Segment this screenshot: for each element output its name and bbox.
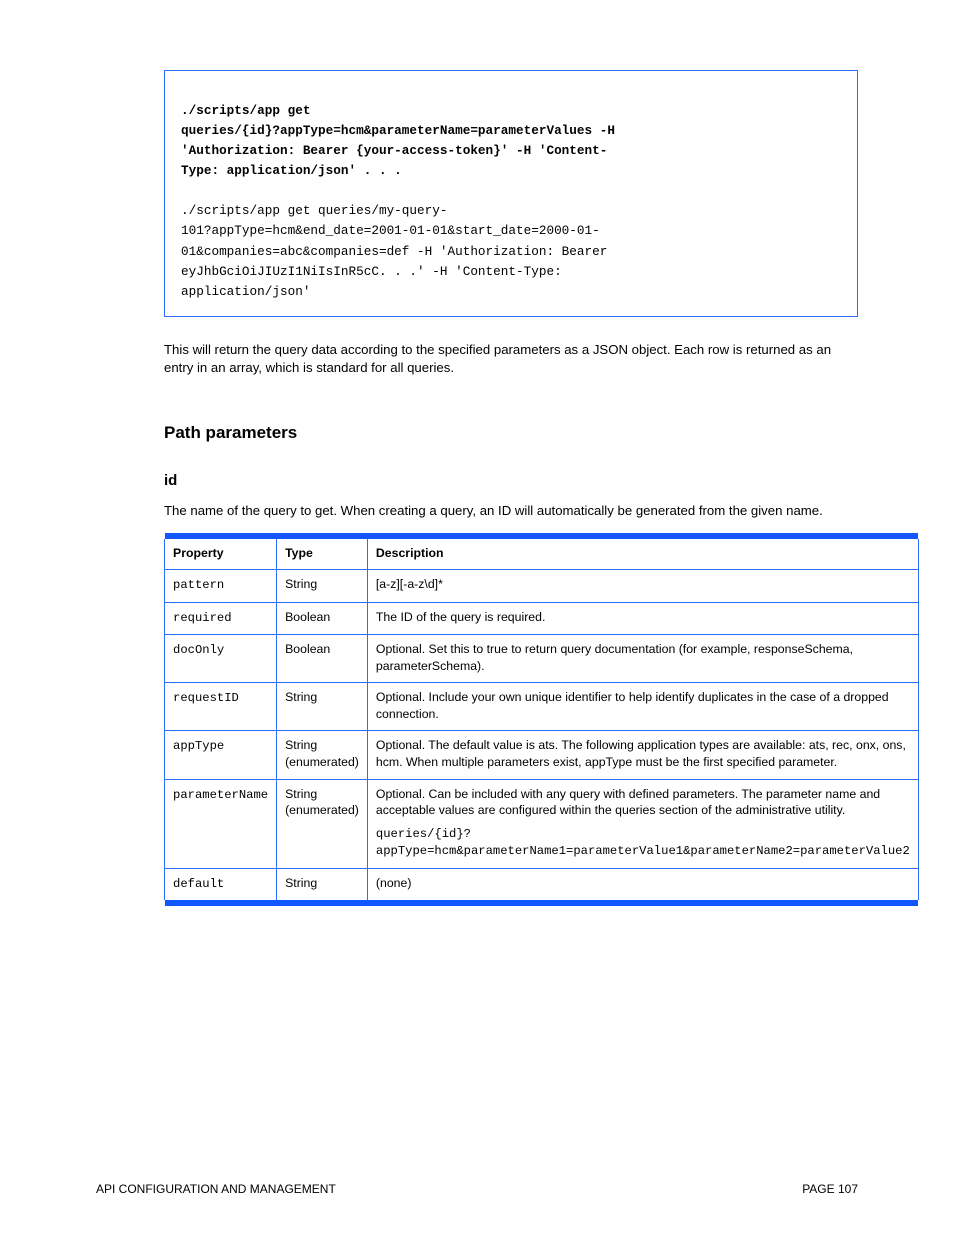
cell-type: String [277, 683, 368, 731]
code-example-box: ./scripts/app get queries/{id}?appType=h… [164, 70, 858, 317]
intro-paragraph: This will return the query data accordin… [164, 341, 858, 377]
path-parameters-table: Property Type Description patternString[… [164, 533, 919, 907]
table-row: requestID StringOptional. Include your o… [165, 683, 919, 731]
th-description: Description [367, 539, 918, 570]
cell-type: String (enumerated) [277, 779, 368, 868]
cell-type: Boolean [277, 602, 368, 634]
cell-property: appType [165, 731, 277, 779]
th-property: Property [165, 539, 277, 570]
page-footer: API CONFIGURATION AND MANAGEMENT PAGE 10… [96, 1181, 858, 1197]
table-row: parameterName String (enumerated)Optiona… [165, 779, 919, 868]
cell-description: Optional. Set this to true to return que… [367, 635, 918, 683]
cell-property: required [165, 602, 277, 634]
table-row: patternString[a-z][-a-z\d]* [165, 570, 919, 602]
footer-left: API CONFIGURATION AND MANAGEMENT [96, 1181, 336, 1197]
field-heading-id: id [164, 471, 858, 491]
cell-description: The ID of the query is required. [367, 602, 918, 634]
section-heading-path-parameters: Path parameters [164, 422, 858, 445]
field-id-description: The name of the query to get. When creat… [164, 502, 858, 520]
cell-property: requestID [165, 683, 277, 731]
cell-type: String (enumerated) [277, 731, 368, 779]
cell-property: docOnly [165, 635, 277, 683]
footer-right: PAGE 107 [802, 1181, 858, 1197]
th-type: Type [277, 539, 368, 570]
cell-property: default [165, 868, 277, 900]
cell-property: parameterName [165, 779, 277, 868]
cell-description: [a-z][-a-z\d]* [367, 570, 918, 602]
table-row: defaultString(none) [165, 868, 919, 900]
cell-type: String [277, 868, 368, 900]
cell-description: Optional. The default value is ats. The … [367, 731, 918, 779]
cell-type: Boolean [277, 635, 368, 683]
table-row: requiredBooleanThe ID of the query is re… [165, 602, 919, 634]
cell-property: pattern [165, 570, 277, 602]
table-row: appTypeString (enumerated)Optional. The … [165, 731, 919, 779]
cell-description: (none) [367, 868, 918, 900]
table-row: docOnlyBooleanOptional. Set this to true… [165, 635, 919, 683]
cell-description: Optional. Include your own unique identi… [367, 683, 918, 731]
cell-type: String [277, 570, 368, 602]
cell-description: Optional. Can be included with any query… [367, 779, 918, 868]
